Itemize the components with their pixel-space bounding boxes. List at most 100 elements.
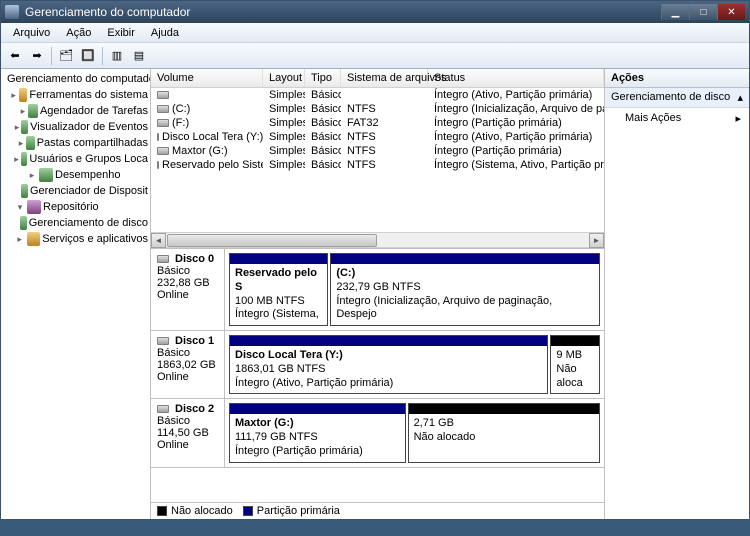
disk-row: Disco 2Básico114,50 GBOnlineMaxtor (G:)1… — [151, 399, 604, 467]
back-button[interactable]: ⬅ — [5, 46, 25, 66]
partition-primary[interactable]: Disco Local Tera (Y:)1863,01 GB NTFSÍnte… — [229, 335, 548, 394]
tree-pane[interactable]: Gerenciamento do computado▸Ferramentas d… — [1, 69, 151, 519]
col-fs[interactable]: Sistema de arquivos — [341, 69, 428, 87]
actions-item-more[interactable]: Mais Ações ▸ — [605, 108, 749, 129]
tree-item[interactable]: ▾Repositório — [1, 199, 150, 215]
actions-header: Ações — [605, 69, 749, 88]
partition-primary[interactable]: Maxtor (G:)111,79 GB NTFSÍntegro (Partiç… — [229, 403, 406, 462]
disk-graphical-pane[interactable]: Disco 0Básico232,88 GBOnlineReservado pe… — [151, 248, 604, 502]
col-status[interactable]: Status — [428, 69, 604, 87]
h-scrollbar[interactable]: ◄ ► — [151, 232, 604, 248]
tree-item[interactable]: ▸ Serviços e aplicativos — [1, 231, 150, 247]
tree-node-icon — [28, 104, 38, 118]
minimize-button[interactable]: ▁ — [661, 4, 689, 20]
tree-expander[interactable]: ▸ — [14, 154, 19, 165]
disk-bar: Reservado pelo S100 MB NTFSÍntegro (Sist… — [225, 249, 604, 330]
partition-unallocated[interactable]: 2,71 GBNão alocado — [408, 403, 600, 462]
refresh-button[interactable]: 🔲 — [78, 46, 98, 66]
tree-expander[interactable]: ▾ — [15, 202, 25, 213]
titlebar[interactable]: Gerenciamento do computador ▁ □ ✕ — [1, 1, 749, 23]
volume-type: Básico — [305, 144, 341, 158]
menu-acao[interactable]: Ação — [58, 25, 99, 41]
disk-size: 114,50 GB — [157, 427, 218, 439]
menu-ajuda[interactable]: Ajuda — [143, 25, 187, 41]
disk-type: Básico — [157, 347, 218, 359]
partition-unallocated[interactable]: 9 MBNão aloca — [550, 335, 600, 394]
scroll-right-arrow[interactable]: ► — [589, 233, 604, 248]
tree-label: Serviços e aplicativos — [42, 233, 148, 245]
col-tipo[interactable]: Tipo — [305, 69, 341, 87]
legend-label: Não alocado — [171, 505, 233, 517]
disk-type: Básico — [157, 415, 218, 427]
actions-group[interactable]: Gerenciamento de disco ▴ — [605, 88, 749, 108]
disk-name: Disco 2 — [175, 403, 214, 415]
tree-expander[interactable]: ▸ — [19, 106, 26, 117]
tree-expander[interactable]: ▸ — [15, 122, 20, 133]
drive-icon — [157, 119, 169, 127]
partition-colorbar — [331, 254, 599, 264]
tree-label: Visualizador de Eventos — [30, 121, 148, 133]
volume-row[interactable]: (F:)SimplesBásicoFAT32Íntegro (Partição … — [151, 116, 604, 130]
tree-item[interactable]: ▸Desempenho — [1, 167, 150, 183]
scroll-left-arrow[interactable]: ◄ — [151, 233, 166, 248]
volume-row[interactable]: Reservado pelo SistemaSimplesBásicoNTFSÍ… — [151, 158, 604, 172]
tree-item[interactable]: Gerenciamento de disco — [1, 215, 150, 231]
partition-status: Íntegro (Partição primária) — [235, 445, 363, 457]
volume-fs: NTFS — [341, 144, 428, 158]
menu-arquivo[interactable]: Arquivo — [5, 25, 58, 41]
tree-node-icon — [27, 200, 41, 214]
tree-expander[interactable]: ▸ — [18, 138, 24, 149]
partition-primary[interactable]: Reservado pelo S100 MB NTFSÍntegro (Sist… — [229, 253, 328, 326]
menu-exibir[interactable]: Exibir — [99, 25, 143, 41]
disk-icon — [157, 255, 169, 263]
disk-info[interactable]: Disco 1Básico1863,02 GBOnline — [151, 331, 225, 398]
disk-info[interactable]: Disco 2Básico114,50 GBOnline — [151, 399, 225, 466]
partition-title: Maxtor (G:) — [235, 417, 400, 431]
partition-title: Disco Local Tera (Y:) — [235, 349, 542, 363]
volume-status: Íntegro (Ativo, Partição primária) — [428, 88, 604, 102]
tree-item[interactable]: ▸Agendador de Tarefas — [1, 103, 150, 119]
scroll-thumb[interactable] — [167, 234, 377, 247]
volume-row[interactable]: SimplesBásicoÍntegro (Ativo, Partição pr… — [151, 88, 604, 102]
partition-primary[interactable]: (C:)232,79 GB NTFSÍntegro (Inicialização… — [330, 253, 600, 326]
volume-type: Básico — [305, 116, 341, 130]
view-bottom-button[interactable]: ▤ — [129, 46, 149, 66]
disk-info[interactable]: Disco 0Básico232,88 GBOnline — [151, 249, 225, 330]
tree-item[interactable]: ▸ Visualizador de Eventos — [1, 119, 150, 135]
legend-item: Partição primária — [243, 505, 340, 517]
volume-name: (C:) — [172, 103, 190, 115]
tree-expander[interactable]: ▸ — [10, 90, 16, 101]
tree-item[interactable]: Gerenciamento do computado — [1, 71, 150, 87]
volume-layout: Simples — [263, 102, 305, 116]
view-top-button[interactable]: ▥ — [107, 46, 127, 66]
drive-icon — [157, 133, 159, 141]
tree-item[interactable]: ▸Usuários e Grupos Loca — [1, 151, 150, 167]
volume-fs — [341, 88, 428, 102]
volume-fs: FAT32 — [341, 116, 428, 130]
tree-item[interactable]: ▸Ferramentas do sistema — [1, 87, 150, 103]
tree-item[interactable]: Gerenciador de Disposit — [1, 183, 150, 199]
volume-row[interactable]: (C:)SimplesBásicoNTFSÍntegro (Inicializa… — [151, 102, 604, 116]
tree-item[interactable]: ▸Pastas compartilhadas — [1, 135, 150, 151]
tree-node-icon — [19, 88, 28, 102]
maximize-button[interactable]: □ — [689, 4, 717, 20]
forward-button[interactable]: ➡ — [27, 46, 47, 66]
legend-swatch — [157, 506, 167, 516]
tree-expander[interactable]: ▸ — [15, 234, 25, 245]
col-volume[interactable]: Volume — [151, 69, 263, 87]
actions-group-label: Gerenciamento de disco — [611, 91, 730, 104]
tree-expander[interactable]: ▸ — [27, 170, 37, 181]
taskbar[interactable] — [0, 520, 750, 536]
volume-name: Disco Local Tera (Y:) — [162, 131, 263, 143]
middle-pane: Volume Layout Tipo Sistema de arquivos S… — [151, 69, 605, 519]
volume-row[interactable]: Maxtor (G:)SimplesBásicoNTFSÍntegro (Par… — [151, 144, 604, 158]
col-layout[interactable]: Layout — [263, 69, 305, 87]
close-button[interactable]: ✕ — [717, 4, 745, 20]
volume-name: (F:) — [172, 117, 189, 129]
volume-status: Íntegro (Sistema, Ativo, Partição primár… — [428, 158, 604, 172]
volume-row[interactable]: Disco Local Tera (Y:)SimplesBásicoNTFSÍn… — [151, 130, 604, 144]
show-hide-button[interactable]: 🗂 — [56, 46, 76, 66]
volume-status: Íntegro (Partição primária) — [428, 116, 604, 130]
content-area: Gerenciamento do computado▸Ferramentas d… — [1, 69, 749, 519]
partition-colorbar — [409, 404, 599, 414]
